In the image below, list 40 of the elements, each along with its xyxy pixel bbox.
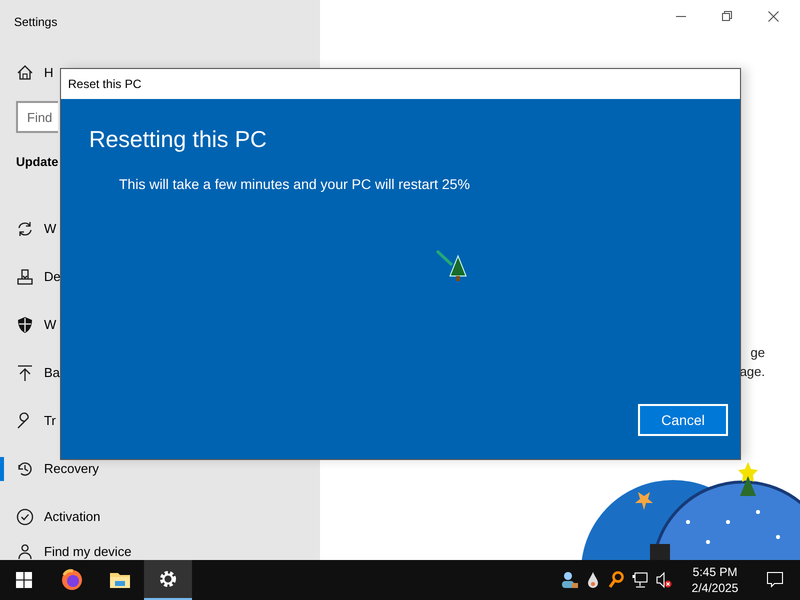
- description-text: age.: [740, 363, 765, 381]
- clock-date[interactable]: 2/4/2025: [692, 580, 738, 596]
- speech-bubble-icon: [767, 572, 783, 588]
- nav-item[interactable]: Activation: [0, 506, 100, 528]
- nav-item[interactable]: H: [0, 62, 54, 84]
- description-text: ge: [750, 344, 765, 362]
- firefox-icon: [61, 569, 83, 591]
- progress-message: This will take a few minutes and your PC will restart 25%: [119, 176, 470, 192]
- nav-item[interactable]: W: [0, 218, 56, 240]
- tray-download-icon: [16, 268, 34, 286]
- nav-item[interactable]: Find my device: [0, 541, 132, 560]
- sync-icon: [16, 220, 34, 238]
- taskbar-app-button[interactable]: [144, 560, 192, 600]
- nav-item[interactable]: Tr: [0, 410, 56, 432]
- dialog-heading: Resetting this PC: [89, 126, 267, 152]
- restore-icon: [722, 11, 732, 21]
- network-icon[interactable]: [632, 572, 648, 588]
- gear-icon: [157, 568, 179, 590]
- window-title: Settings: [14, 15, 58, 29]
- checkmark-circle-icon: [16, 508, 34, 526]
- nav-item[interactable]: Recovery: [0, 458, 99, 480]
- history-icon: [16, 460, 34, 478]
- close-icon: [768, 10, 778, 22]
- people-icon[interactable]: [560, 571, 578, 589]
- speaker-muted-icon[interactable]: [656, 572, 672, 588]
- dialog-title: Reset this PC: [68, 76, 142, 93]
- nav-item[interactable]: De: [0, 266, 61, 288]
- nav-item[interactable]: W: [0, 314, 56, 336]
- search-field[interactable]: Find: [16, 101, 58, 133]
- shield-icon: [16, 316, 34, 334]
- home-icon: [16, 64, 34, 82]
- clock-time[interactable]: 5:45 PM: [692, 564, 738, 580]
- nav-item[interactable]: Ba: [0, 362, 60, 384]
- cancel-button[interactable]: Cancel: [638, 404, 728, 436]
- windows-logo-icon: [16, 572, 32, 588]
- droplet-icon[interactable]: [586, 571, 600, 589]
- upload-arrow-icon: [16, 364, 34, 382]
- section-heading: Update: [16, 154, 58, 171]
- magnifier-icon[interactable]: [608, 571, 624, 589]
- person-pin-icon: [16, 543, 34, 560]
